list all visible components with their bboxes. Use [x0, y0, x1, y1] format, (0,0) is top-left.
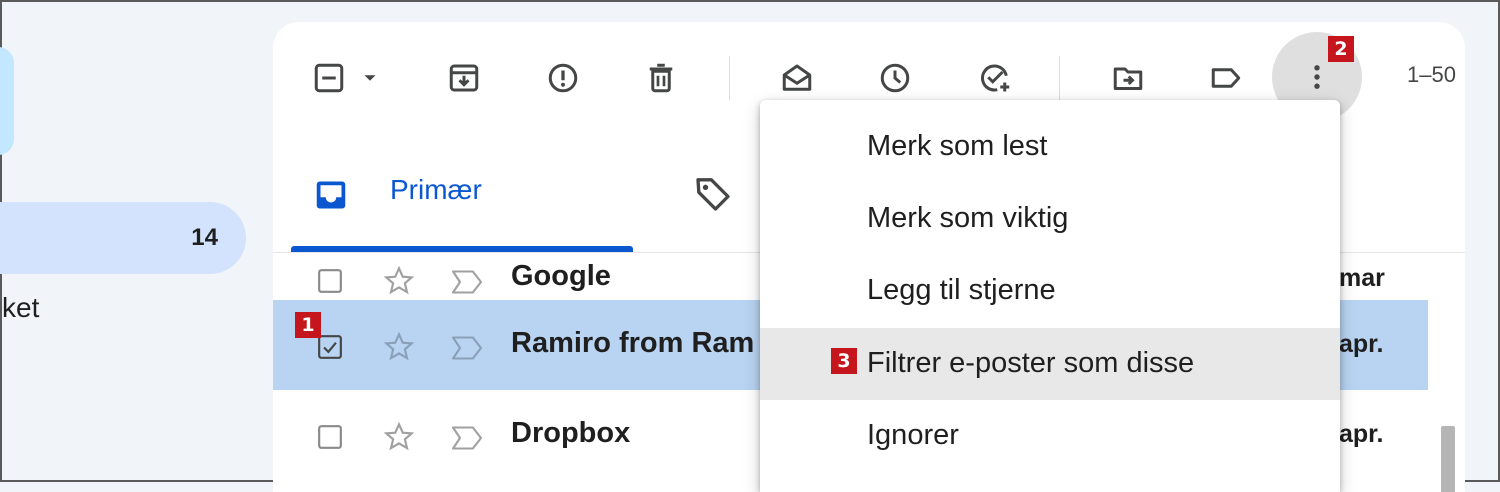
important-marker-icon[interactable]	[449, 424, 485, 452]
inbox-unread-count: 14	[191, 224, 218, 251]
email-sender: Google	[511, 260, 611, 292]
sidebar-item-label[interactable]: ket	[2, 292, 39, 324]
select-checkbox-icon[interactable]	[307, 56, 351, 100]
sidebar: 14 ket	[0, 2, 272, 484]
checkbox-icon[interactable]	[317, 424, 343, 450]
add-task-icon[interactable]	[973, 56, 1017, 100]
tag-icon[interactable]	[693, 174, 733, 214]
sidebar-item-inbox[interactable]: 14	[0, 202, 246, 274]
star-icon[interactable]	[383, 331, 415, 363]
important-marker-icon[interactable]	[449, 334, 485, 362]
snooze-icon[interactable]	[873, 56, 917, 100]
label-icon[interactable]	[1204, 56, 1248, 100]
email-sender: Ramiro from Ram	[511, 327, 755, 359]
email-date: apr.	[1339, 330, 1384, 358]
step-badge-1: 1	[295, 312, 321, 338]
move-to-icon[interactable]	[1106, 56, 1150, 100]
menu-item-add-star[interactable]: Legg til stjerne	[760, 255, 1340, 327]
email-sender: Dropbox	[511, 417, 631, 449]
menu-item-label: Ignorer	[867, 419, 959, 451]
checkbox-icon[interactable]	[317, 268, 343, 294]
archive-icon[interactable]	[442, 56, 486, 100]
compose-button[interactable]	[0, 47, 14, 155]
mark-read-icon[interactable]	[775, 56, 819, 100]
step-badge-2: 2	[1328, 36, 1354, 62]
report-spam-icon[interactable]	[541, 56, 585, 100]
menu-item-mark-read[interactable]: Merk som lest	[760, 111, 1340, 183]
menu-item-label: Merk som viktig	[867, 202, 1069, 234]
menu-item-label: Merk som lest	[867, 130, 1048, 162]
menu-item-label: Legg til stjerne	[867, 274, 1056, 306]
menu-item-mark-important[interactable]: Merk som viktig	[760, 183, 1340, 255]
step-badge-3: 3	[831, 348, 857, 374]
toolbar-divider	[1059, 56, 1060, 100]
more-options-menu: Merk som lest Merk som viktig Legg til s…	[760, 100, 1340, 492]
scrollbar-thumb[interactable]	[1441, 426, 1455, 492]
menu-item-label: Filtrer e-poster som disse	[867, 347, 1195, 379]
star-icon[interactable]	[383, 421, 415, 453]
delete-icon[interactable]	[639, 56, 683, 100]
email-date: mar	[1339, 264, 1385, 292]
tab-primary[interactable]: Primær	[390, 174, 482, 206]
inbox-icon	[316, 181, 346, 209]
menu-item-mute[interactable]: Ignorer	[760, 400, 1340, 472]
dropdown-caret-icon[interactable]	[353, 56, 387, 100]
star-icon[interactable]	[383, 265, 415, 297]
pagination-range[interactable]: 1–50	[1407, 62, 1456, 88]
more-vert-icon	[1314, 65, 1320, 89]
toolbar-divider	[729, 56, 730, 100]
important-marker-icon[interactable]	[449, 268, 485, 296]
email-date: apr.	[1339, 420, 1384, 448]
